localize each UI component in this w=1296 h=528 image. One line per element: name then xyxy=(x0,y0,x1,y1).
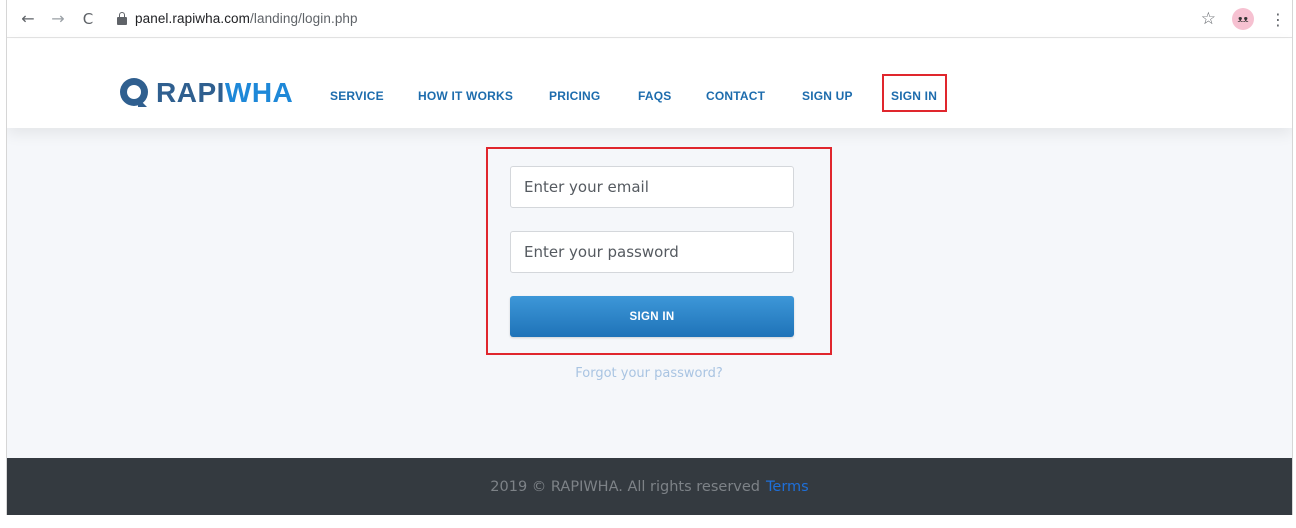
address-bar[interactable]: panel.rapiwha.com/landing/login.php xyxy=(135,11,358,26)
url-path: /landing/login.php xyxy=(250,11,358,26)
nav-pricing[interactable]: PRICING xyxy=(549,89,600,103)
rapiwha-logo[interactable]: RAPIWHA xyxy=(120,78,293,108)
terms-link[interactable]: Terms xyxy=(766,479,809,495)
bookmark-star-icon[interactable]: ☆ xyxy=(1201,9,1216,29)
logo-bubble-icon xyxy=(120,78,150,108)
nav-faqs[interactable]: FAQS xyxy=(638,89,671,103)
site-footer: 2019 © RAPIWHA. All rights reserved Term… xyxy=(7,458,1292,515)
forward-arrow-icon[interactable]: → xyxy=(47,8,69,30)
reload-icon[interactable]: C xyxy=(77,8,99,30)
login-form-highlight xyxy=(486,147,832,355)
profile-avatar-icon[interactable]: ᴥᴥ xyxy=(1232,8,1254,30)
browser-menu-icon[interactable]: ⋮ xyxy=(1270,10,1286,29)
logo-wordmark: RAPIWHA xyxy=(156,77,294,108)
nav-how-it-works[interactable]: HOW IT WORKS xyxy=(418,89,513,103)
back-arrow-icon[interactable]: ← xyxy=(17,8,39,30)
url-domain: panel.rapiwha.com xyxy=(135,11,251,26)
forgot-password-row: Forgot your password? xyxy=(7,366,1292,381)
sign-in-nav-highlight xyxy=(882,74,947,112)
lock-icon[interactable] xyxy=(117,12,127,25)
site-header: RAPIWHA SERVICE HOW IT WORKS PRICING FAQ… xyxy=(7,39,1292,128)
browser-toolbar: ← → C panel.rapiwha.com/landing/login.ph… xyxy=(7,0,1292,38)
browser-window: ← → C panel.rapiwha.com/landing/login.ph… xyxy=(6,0,1293,515)
footer-copyright: 2019 © RAPIWHA. All rights reserved xyxy=(490,478,760,495)
nav-service[interactable]: SERVICE xyxy=(330,89,384,103)
nav-sign-up[interactable]: SIGN UP xyxy=(802,89,853,103)
forgot-password-link[interactable]: Forgot your password? xyxy=(575,366,723,381)
nav-contact[interactable]: CONTACT xyxy=(706,89,765,103)
